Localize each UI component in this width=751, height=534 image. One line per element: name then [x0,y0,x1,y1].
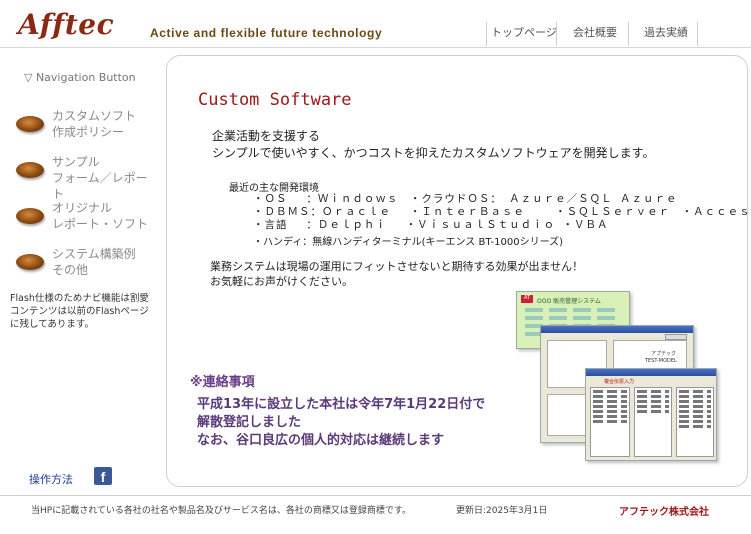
sidebar-item-label: オリジナル レポート・ソフト [52,201,149,231]
closing-text: 業務システムは現場の運用にフィットさせないと期待する効果が出ません！ お気軽にお… [210,260,584,288]
howto-link[interactable]: 操作方法 [29,471,73,487]
company-name[interactable]: アフテック株式会社 [619,503,709,518]
sidebar-item-label: カスタムソフト 作成ポリシー [52,109,137,139]
window-titlebar [541,326,693,333]
spec-handy: ・ハンディ：無線ハンディターミナル(キーエンス BT-1000シリーズ) [253,237,563,248]
sidebar-item-system-examples[interactable]: システム構築例 その他 [16,246,156,280]
mini-logo: AT [521,295,533,303]
site-footer: 当HPに記載されている各社の社名や製品名及びサービス名は、各社の商標又は登録商標… [0,495,751,534]
form-list [547,394,587,436]
form-mini-button [665,334,687,340]
entry-title: 複合伝票入力 [604,379,635,385]
window-titlebar [586,369,716,376]
site-logo[interactable]: Afftec [18,8,114,41]
nav-top-page[interactable]: トップページ [486,22,557,46]
entry-list-right [676,387,714,457]
notice-body: 平成13年に設立した本社は令年7年1月22日付で 解散登記しました なお、谷口良… [197,397,486,448]
sidebar-item-original-report[interactable]: オリジナル レポート・ソフト [16,200,156,234]
bullet-icon [16,208,44,224]
site-tagline: Active and flexible future technology [150,26,383,40]
sidebar-item-sample-forms[interactable]: サンプル フォーム／レポート [16,154,156,201]
menu-row [525,316,621,320]
facebook-icon[interactable]: f [94,467,112,485]
intro-text: 企業活動を支援する シンプルで使いやすく、かつコストを抑えたカスタムソフトウェア… [212,129,655,160]
flash-note: Flash仕様のためナビ機能は割愛 コンテンツは以前のFlashページ に残して… [10,293,149,330]
updated-date: 更新日:2025年3月1日 [456,506,548,516]
form-model-label: TEST-MODEL [645,358,677,364]
sidebar-title: ▽ Navigation Button [24,71,136,84]
nav-company-profile[interactable]: 会社概要 [556,22,628,46]
bullet-icon [16,254,44,270]
entry-list-left [590,387,630,457]
sidebar-item-label: システム構築例 その他 [52,247,136,277]
bullet-icon [16,116,44,132]
site-header: Afftec Active and flexible future techno… [0,0,751,48]
sample-screen-entry: 複合伝票入力 [585,368,717,461]
menu-row [525,308,621,312]
nav-past-results[interactable]: 過去実績 [628,22,698,46]
sample-screen-title: OOO 販売管理システム [537,298,601,305]
bullet-icon [16,162,44,178]
form-company-label: アプテック [651,351,677,357]
top-nav: トップページ 会社概要 過去実績 [486,22,698,46]
page-title: Custom Software [198,90,352,110]
trademark-note: 当HPに記載されている各社の社名や製品名及びサービス名は、各社の商標又は登録商標… [31,506,412,516]
spec-language: ・言語 ：Ｄｅｌｐｈｉ ・ＶｉｓｕａｌＳｔｕｄｉｏ ・ＶＢＡ [253,219,609,231]
sidebar-item-label: サンプル フォーム／レポート [52,155,148,201]
entry-list-middle [634,387,672,457]
notice-heading: ※連絡事項 [190,375,255,390]
sidebar-item-custom-policy[interactable]: カスタムソフト 作成ポリシー [16,108,156,142]
